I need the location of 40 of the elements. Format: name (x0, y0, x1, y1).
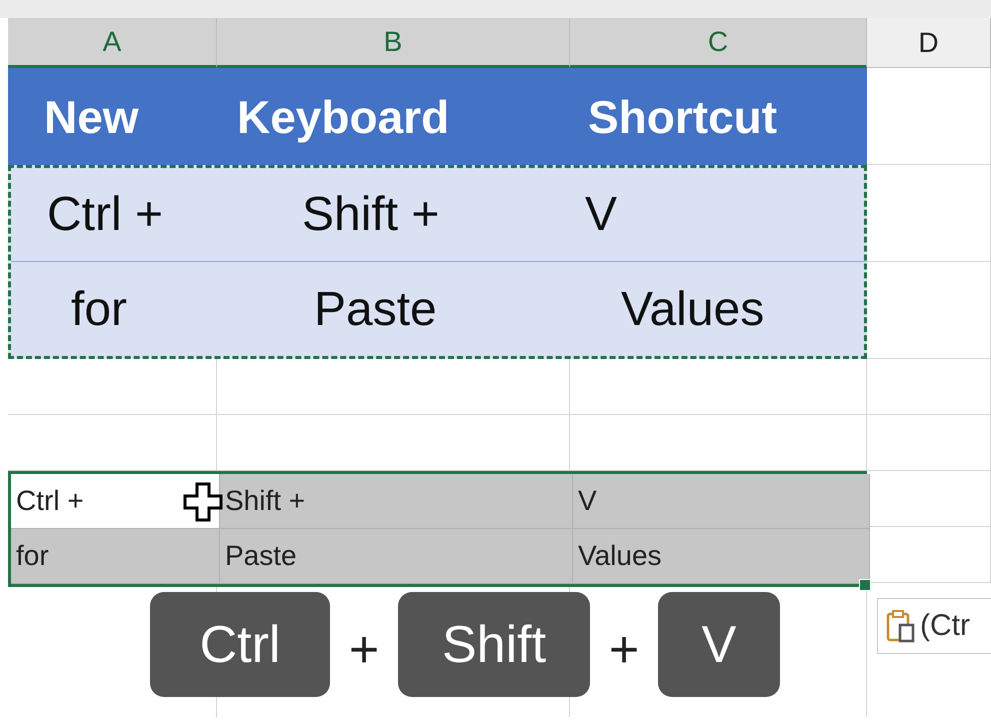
empty-cell[interactable] (867, 359, 991, 415)
cursor-icon (183, 482, 223, 522)
empty-cell[interactable] (867, 471, 991, 527)
table-cell: New (8, 68, 217, 165)
column-header[interactable]: D (867, 18, 991, 68)
table-cell[interactable]: for (11, 529, 220, 584)
empty-cell[interactable] (217, 359, 570, 415)
clipboard-icon (886, 609, 916, 643)
table-cell: Shift + (220, 168, 573, 262)
table-cell[interactable]: Paste (220, 529, 573, 584)
column-header[interactable]: A (8, 18, 217, 68)
empty-cell[interactable] (570, 415, 867, 471)
table-cell: Ctrl + (11, 168, 220, 262)
paste-options-button[interactable]: (Ctr (877, 598, 991, 654)
table-cell: Shortcut (570, 68, 867, 165)
table-cell[interactable]: Values (573, 529, 870, 584)
table-cell-text: Values (620, 282, 766, 338)
plus-sign: + (348, 620, 380, 680)
empty-cell[interactable] (867, 165, 991, 262)
table-cell[interactable]: Shift + (220, 474, 573, 529)
table-cell[interactable]: V (573, 474, 870, 529)
empty-cell[interactable] (570, 359, 867, 415)
empty-cell[interactable] (867, 415, 991, 471)
column-header[interactable]: C (570, 18, 867, 68)
table-cell[interactable]: Ctrl + (11, 474, 220, 529)
table-cell: Keyboard (217, 68, 570, 165)
empty-cell[interactable] (8, 415, 217, 471)
key-cap: Shift (398, 592, 590, 697)
empty-cell[interactable] (217, 415, 570, 471)
table-cell-text: Paste (313, 282, 438, 338)
empty-cell[interactable] (8, 359, 217, 415)
fill-handle[interactable] (859, 579, 871, 591)
key-cap: V (658, 592, 780, 697)
table-cell-text: for (70, 282, 128, 338)
paste-options-label: (Ctr (920, 609, 970, 643)
plus-sign: + (608, 620, 640, 680)
key-cap: Ctrl (150, 592, 330, 697)
empty-cell[interactable] (867, 262, 991, 359)
table-cell: V (573, 168, 870, 262)
column-header[interactable]: B (217, 18, 570, 68)
